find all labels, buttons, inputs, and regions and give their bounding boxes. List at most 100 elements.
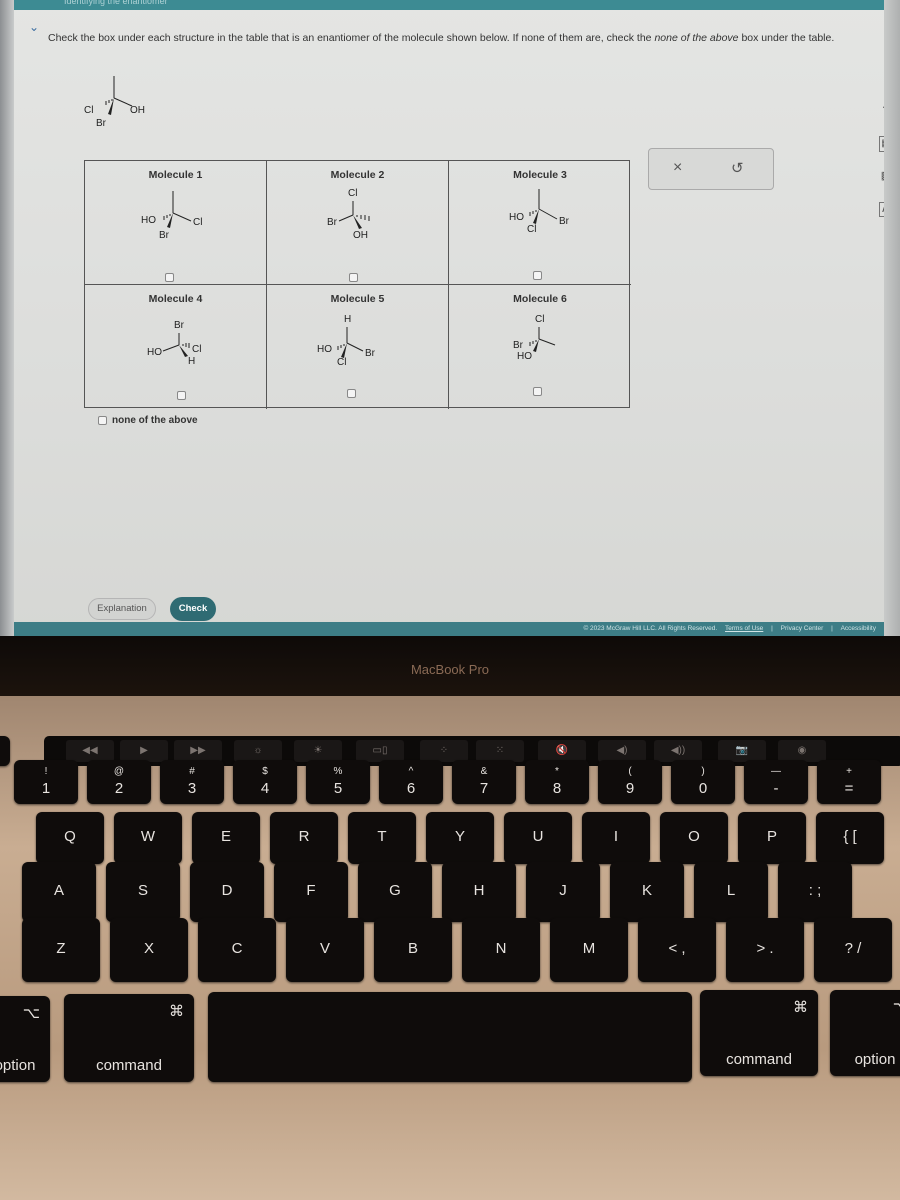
key-label: E <box>220 828 231 845</box>
key-B[interactable]: B <box>374 918 452 982</box>
reference-molecule: Cl OH Br <box>84 76 164 136</box>
clear-icon[interactable]: × <box>673 159 682 177</box>
key-label: 3 <box>187 780 197 797</box>
touchbar-key[interactable]: ☼ <box>234 740 282 762</box>
key-label: U <box>532 828 544 845</box>
key-G[interactable]: G <box>358 862 432 922</box>
key-3[interactable]: #3 <box>160 760 224 804</box>
privacy-center-link[interactable]: Privacy Center <box>781 625 824 632</box>
atom-label: Br <box>365 348 375 359</box>
key-S[interactable]: S <box>106 862 180 922</box>
touchbar-key[interactable]: ◀) <box>598 740 646 762</box>
key-R[interactable]: R <box>270 812 338 864</box>
key-L[interactable]: L <box>694 862 768 922</box>
key--[interactable]: — - <box>744 760 808 804</box>
atom-label: Cl <box>527 224 537 235</box>
key-K[interactable]: K <box>610 862 684 922</box>
none-of-the-above-option[interactable]: none of the above <box>98 415 198 426</box>
key-label: L <box>726 882 736 899</box>
key-label: ! <box>44 766 48 777</box>
key-O[interactable]: O <box>660 812 728 864</box>
key-right-command[interactable]: ⌘ command <box>700 990 818 1076</box>
undo-icon[interactable]: ↺ <box>731 159 744 177</box>
key-9[interactable]: (9 <box>598 760 662 804</box>
key-U[interactable]: U <box>504 812 572 864</box>
key-J[interactable]: J <box>526 862 600 922</box>
touchbar-key[interactable]: ◀)) <box>654 740 702 762</box>
key-N[interactable]: N <box>462 918 540 982</box>
key-label: N <box>495 940 507 957</box>
atom-label: Br <box>174 320 184 331</box>
touchbar-key[interactable]: ⁙ <box>476 740 524 762</box>
key-7[interactable]: & 7 <box>452 760 516 804</box>
key-6[interactable]: ^ 6 <box>379 760 443 804</box>
key-label: ( <box>628 766 632 777</box>
key-{[[interactable]: { [ <box>816 812 884 864</box>
key-label: option <box>0 1057 36 1074</box>
key-label: F <box>306 882 316 899</box>
key-label: @ <box>113 766 125 777</box>
key-=[interactable]: + = <box>817 760 881 804</box>
key-:;[interactable]: : ; <box>778 862 852 922</box>
key-Z[interactable]: Z <box>22 918 100 982</box>
key-D[interactable]: D <box>190 862 264 922</box>
key-E[interactable]: E <box>192 812 260 864</box>
none-of-the-above-checkbox[interactable] <box>98 416 107 425</box>
touchbar-key[interactable]: ⁘ <box>420 740 468 762</box>
key-W[interactable]: W <box>114 812 182 864</box>
key-0[interactable]: ) 0 <box>671 760 735 804</box>
key-space[interactable] <box>208 992 692 1082</box>
molecule-6-checkbox[interactable] <box>533 387 542 396</box>
terms-of-use-link[interactable]: Terms of Use <box>725 625 763 632</box>
key-2[interactable]: @2 <box>87 760 151 804</box>
key-V[interactable]: V <box>286 918 364 982</box>
key-Q[interactable]: Q <box>36 812 104 864</box>
key-8[interactable]: * 8 <box>525 760 589 804</box>
molecule-2-checkbox[interactable] <box>349 273 358 282</box>
key-esc[interactable]: esc <box>0 736 10 766</box>
molecule-1-checkbox[interactable] <box>165 273 174 282</box>
key-label: J <box>559 882 567 899</box>
key-right-option[interactable]: ⌥ option <box>830 990 900 1076</box>
none-of-the-above-label: none of the above <box>112 415 198 426</box>
collapse-chevron-icon[interactable]: ⌄ <box>24 20 44 34</box>
screen-edge <box>0 0 14 640</box>
touchbar-key[interactable]: ◀◀ <box>66 740 114 762</box>
key-label: G <box>389 882 401 899</box>
key-?/[interactable]: ? / <box>814 918 892 982</box>
key-<,[interactable]: < , <box>638 918 716 982</box>
molecule-5-checkbox[interactable] <box>347 389 356 398</box>
footer: © 2023 McGraw Hill LLC. All Rights Reser… <box>14 622 884 636</box>
touchbar-key[interactable]: 🔇 <box>538 740 586 762</box>
touchbar-key[interactable]: ▭▯ <box>356 740 404 762</box>
key-C[interactable]: C <box>198 918 276 982</box>
key-F[interactable]: F <box>274 862 348 922</box>
assignment-title: Identifying the enantiomer <box>64 0 168 6</box>
key-5[interactable]: % 5 <box>306 760 370 804</box>
key-H[interactable]: H <box>442 862 516 922</box>
molecule-3-checkbox[interactable] <box>533 271 542 280</box>
key-X[interactable]: X <box>110 918 188 982</box>
explanation-button[interactable]: Explanation <box>88 598 156 620</box>
accessibility-link[interactable]: Accessibility <box>841 625 876 632</box>
key->.[interactable]: > . <box>726 918 804 982</box>
touchbar-key[interactable]: ▶▶ <box>174 740 222 762</box>
key-Y[interactable]: Y <box>426 812 494 864</box>
key-left-option[interactable]: ⌥ option <box>0 996 50 1082</box>
check-button[interactable]: Check <box>170 597 216 621</box>
key-I[interactable]: I <box>582 812 650 864</box>
key-P[interactable]: P <box>738 812 806 864</box>
touchbar-key[interactable]: ◉ <box>778 740 826 762</box>
key-A[interactable]: A <box>22 862 96 922</box>
touchbar-key[interactable]: 📷 <box>718 740 766 762</box>
touchbar-key[interactable]: ☀ <box>294 740 342 762</box>
molecule-4-checkbox[interactable] <box>177 391 186 400</box>
key-1[interactable]: ! 1 <box>14 760 78 804</box>
key-4[interactable]: $4 <box>233 760 297 804</box>
key-T[interactable]: T <box>348 812 416 864</box>
key-M[interactable]: M <box>550 918 628 982</box>
key-left-command[interactable]: ⌘ command <box>64 994 194 1082</box>
touchbar-key[interactable]: ▶ <box>120 740 168 762</box>
key-label: option <box>854 1051 896 1068</box>
key-label: 0 <box>698 780 708 797</box>
